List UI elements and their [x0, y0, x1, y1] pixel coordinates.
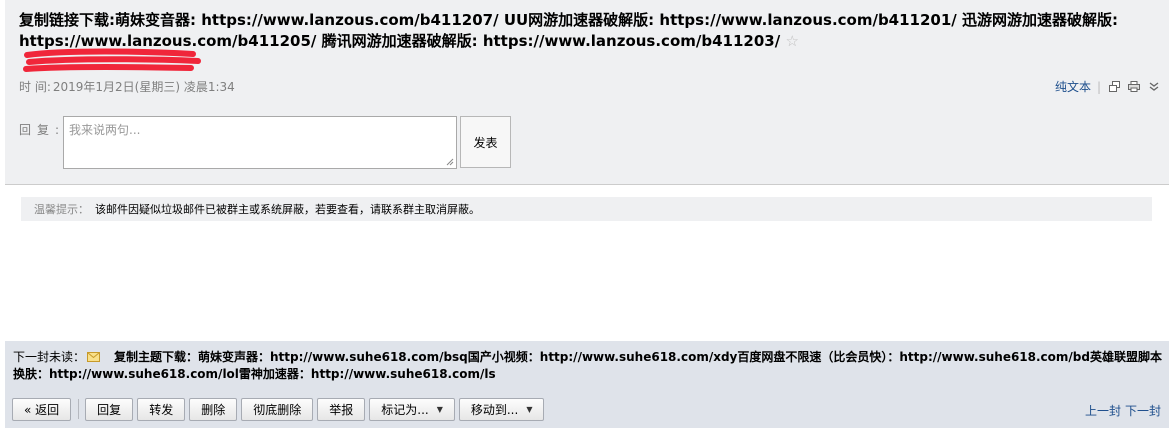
back-button[interactable]: « 返回: [12, 397, 72, 421]
mail-time: 时 间: 2019年1月2日(星期三) 凌晨1:34: [19, 78, 235, 95]
mail-toolbar: « 返回 回复 转发 删除 彻底删除 举报 标记为... ▼ 移动到... ▼: [12, 397, 548, 421]
report-button[interactable]: 举报: [317, 397, 366, 421]
reply-label: 回复:: [19, 123, 66, 137]
delete-permanent-button[interactable]: 彻底删除: [241, 397, 314, 421]
redacted-sender: [23, 48, 201, 72]
reply-placeholder: 我来说两句...: [69, 123, 141, 137]
move-to-label: 移动到...: [470, 402, 519, 417]
move-to-dropdown[interactable]: 移动到... ▼: [458, 397, 545, 421]
forward-button[interactable]: 转发: [137, 397, 186, 421]
envelope-icon: [87, 352, 101, 362]
next-unread: 下一封未读： 复制主题下载：萌妹变声器：http://www.suhe618.co…: [13, 349, 1163, 383]
header-divider: [5, 184, 1169, 185]
mail-subject-text: 复制链接下载:萌妹变音器: https://www.lanzous.com/b4…: [19, 11, 1119, 50]
send-button[interactable]: 发表: [460, 116, 511, 168]
star-icon[interactable]: ☆: [785, 32, 798, 50]
plain-text-link[interactable]: 纯文本: [1055, 78, 1091, 95]
tools-separator: |: [1096, 79, 1101, 94]
caret-down-icon: ▼: [436, 404, 443, 414]
toolbar-separator: [78, 399, 80, 419]
mail-tools: 纯文本 |: [1055, 78, 1161, 95]
chevron-down-icon[interactable]: [1147, 80, 1161, 94]
next-unread-label: 下一封未读：: [13, 350, 86, 364]
time-value: 2019年1月2日(星期三) 凌晨1:34: [52, 80, 235, 94]
spam-notice: 温馨提示： 该邮件因疑似垃圾邮件已被群主或系统屏蔽，若要查看，请联系群主取消屏蔽…: [21, 197, 1152, 221]
mark-as-dropdown[interactable]: 标记为... ▼: [369, 397, 455, 421]
time-label: 时 间:: [19, 80, 51, 94]
printer-icon[interactable]: [1127, 80, 1141, 94]
mail-footer: 下一封未读： 复制主题下载：萌妹变声器：http://www.suhe618.co…: [5, 341, 1169, 428]
delete-button[interactable]: 删除: [189, 397, 238, 421]
reply-input[interactable]: 我来说两句...: [63, 116, 457, 169]
next-unread-subject-link[interactable]: 复制主题下载：萌妹变声器：http://www.suhe618.com/bsq国…: [13, 350, 1162, 381]
open-window-icon[interactable]: [1107, 80, 1121, 94]
next-mail-link[interactable]: 下一封: [1125, 404, 1161, 418]
mail-pager: 上一封 下一封: [1085, 402, 1161, 419]
caret-down-icon: ▼: [526, 404, 533, 414]
notice-label: 温馨提示：: [34, 203, 89, 216]
resize-grip-icon[interactable]: [446, 158, 454, 166]
reply-button[interactable]: 回复: [85, 397, 134, 421]
mark-as-label: 标记为...: [381, 402, 429, 417]
mail-header: 复制链接下载:萌妹变音器: https://www.lanzous.com/b4…: [5, 0, 1169, 184]
notice-text: 该邮件因疑似垃圾邮件已被群主或系统屏蔽，若要查看，请联系群主取消屏蔽。: [95, 203, 480, 216]
mail-subject: 复制链接下载:萌妹变音器: https://www.lanzous.com/b4…: [19, 10, 1169, 52]
prev-mail-link[interactable]: 上一封: [1085, 404, 1121, 418]
